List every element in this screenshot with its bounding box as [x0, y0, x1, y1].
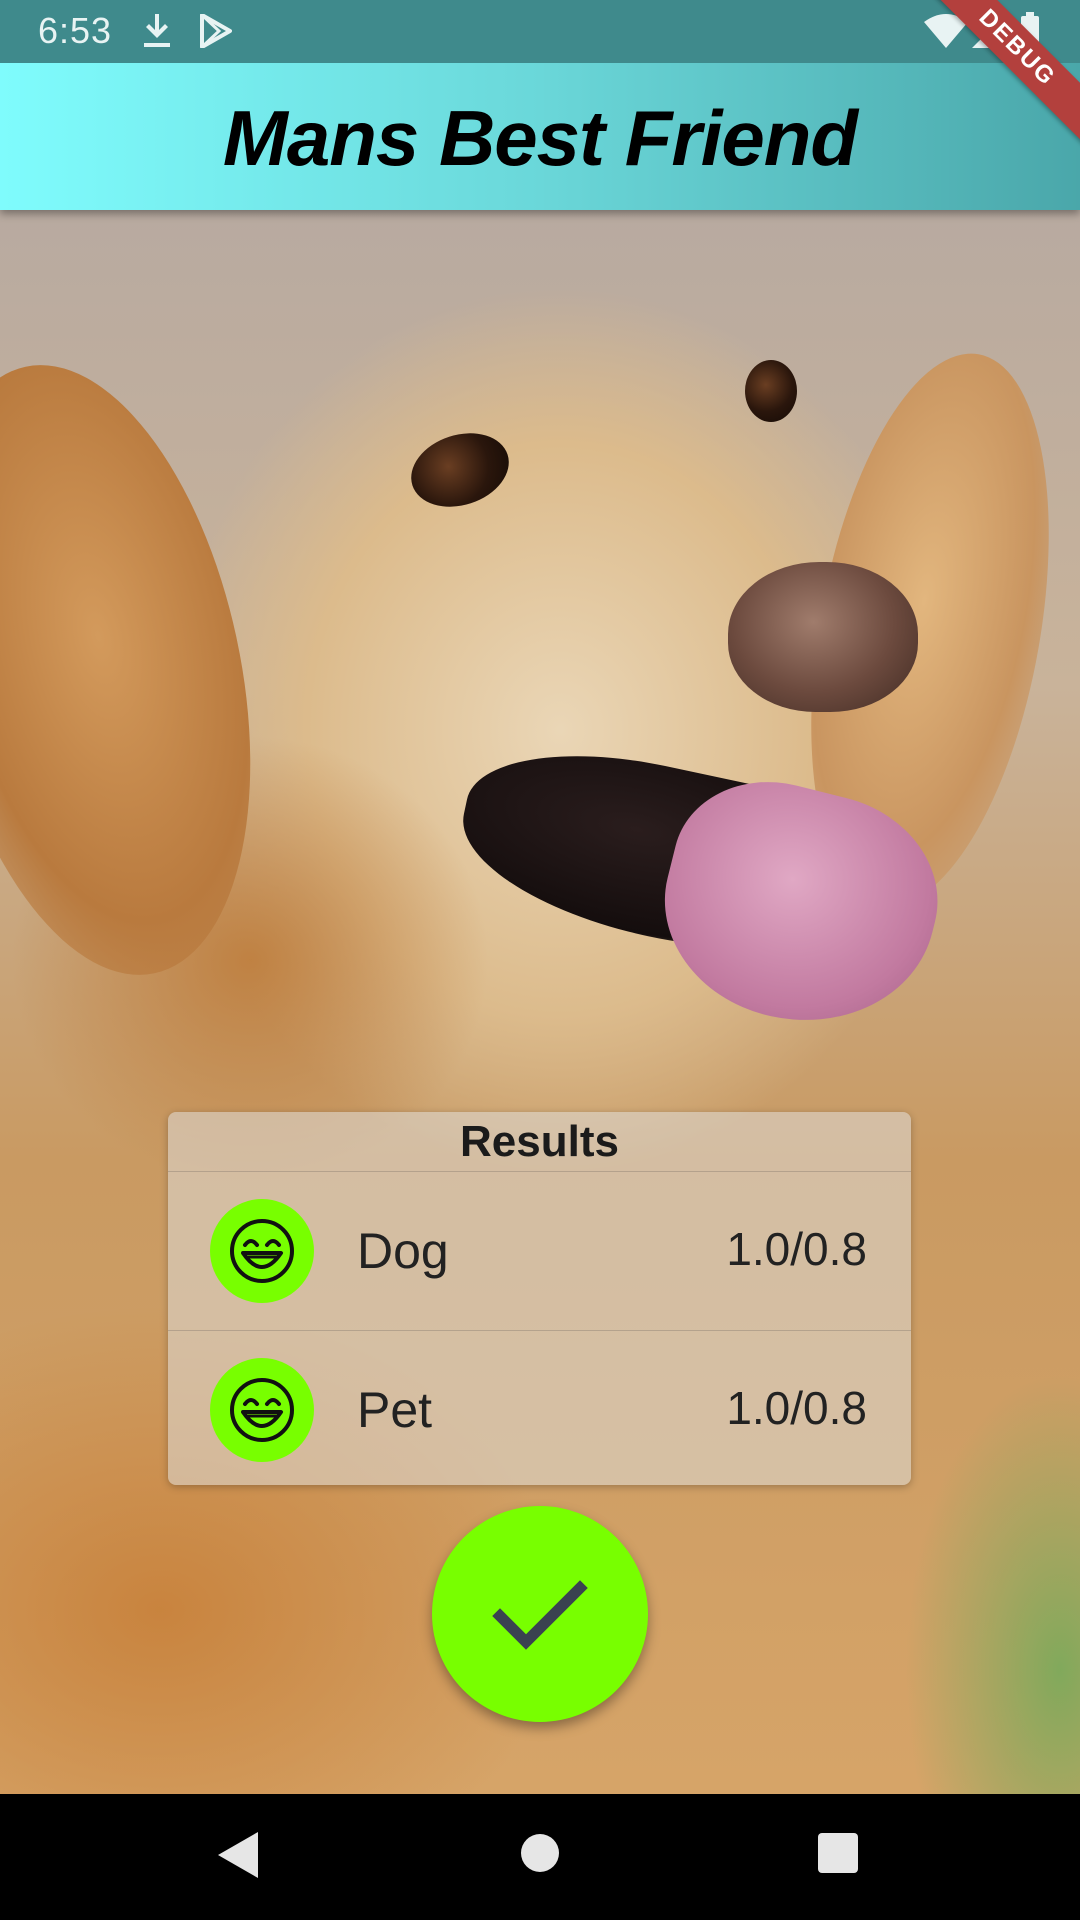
confirm-button[interactable] [432, 1506, 648, 1722]
nav-bar [0, 1794, 1080, 1920]
back-icon[interactable] [216, 1830, 260, 1885]
result-row-pet[interactable]: Pet 1.0/0.8 [168, 1331, 911, 1485]
download-icon [142, 14, 172, 53]
dog-ear-left [0, 335, 302, 1005]
smiley-icon [210, 1358, 314, 1462]
result-score: 1.0/0.8 [726, 1382, 867, 1434]
dog-nose [728, 562, 918, 712]
dog-eye-right [745, 360, 797, 422]
status-time: 6:53 [38, 10, 113, 51]
app-title: Mans Best Friend [222, 94, 858, 182]
home-icon[interactable] [519, 1832, 561, 1879]
result-row-dog[interactable]: Dog 1.0/0.8 [168, 1172, 911, 1331]
result-score: 1.0/0.8 [726, 1223, 867, 1275]
recents-icon[interactable] [817, 1832, 859, 1879]
result-label: Dog [357, 1223, 449, 1279]
results-title: Results [168, 1112, 911, 1172]
dog-eye-left [401, 421, 519, 519]
result-label: Pet [357, 1382, 433, 1438]
status-bar: 6:53 [0, 0, 1080, 63]
smiley-icon [210, 1199, 314, 1303]
check-icon [492, 1580, 588, 1650]
app-bar: Mans Best Friend [0, 63, 1080, 210]
app-screen: 6:53 DEBUG Mans Best Friend Results Dog … [0, 0, 1080, 1920]
results-card: Results Dog 1.0/0.8 Pet 1.0/0.8 [168, 1112, 911, 1485]
play-store-icon [200, 13, 232, 53]
